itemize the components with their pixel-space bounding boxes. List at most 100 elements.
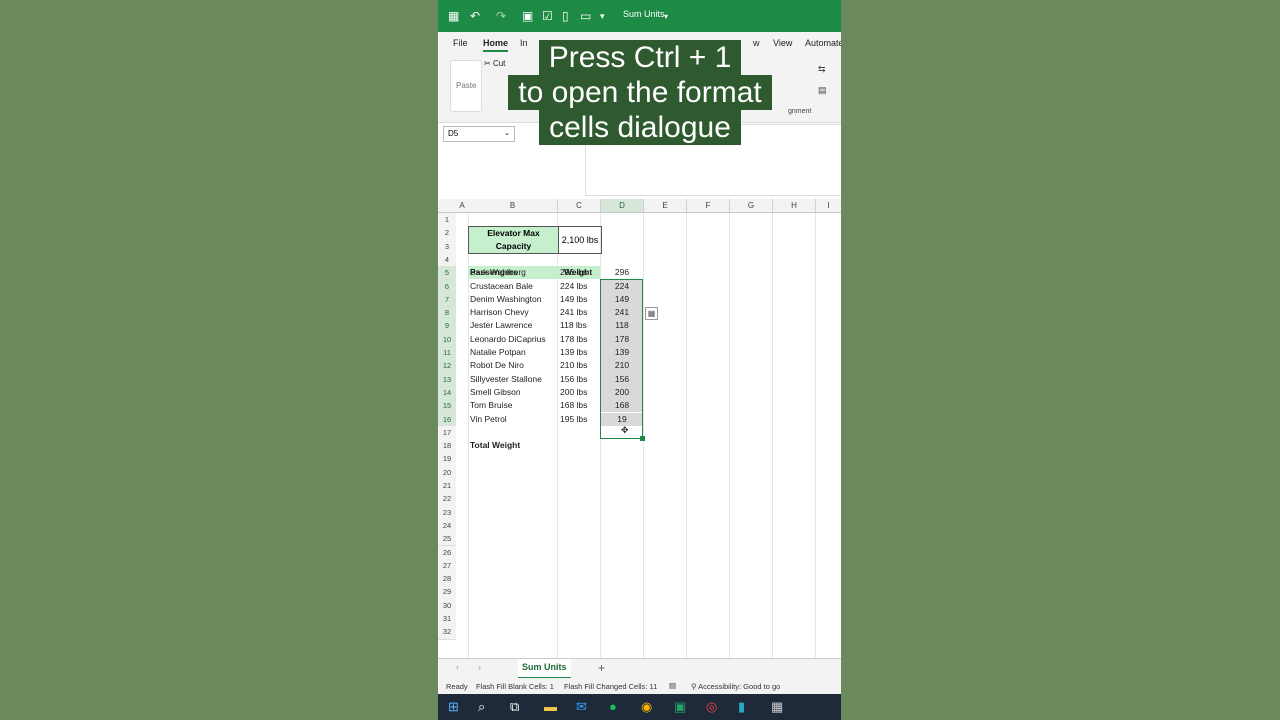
- flash-fill-value-cell[interactable]: 241: [601, 306, 643, 319]
- window-title[interactable]: Sum Units: [623, 9, 665, 19]
- column-header-g[interactable]: G: [730, 199, 773, 213]
- save-icon[interactable]: ▣: [522, 8, 533, 24]
- flash-fill-value-cell[interactable]: 19: [601, 413, 643, 426]
- form-icon[interactable]: ☑: [542, 8, 553, 24]
- row-header[interactable]: 4: [438, 252, 456, 268]
- calculator-icon[interactable]: ▦: [771, 699, 783, 715]
- row-header[interactable]: 7: [438, 292, 456, 308]
- menu-automate[interactable]: Automate: [805, 38, 841, 48]
- flash-fill-value-cell[interactable]: 139: [601, 346, 643, 359]
- total-weight-label[interactable]: Total Weight: [470, 439, 520, 452]
- row-header[interactable]: 29: [438, 585, 456, 600]
- row-header[interactable]: 3: [438, 239, 456, 254]
- flash-fill-value-cell[interactable]: 118: [601, 319, 643, 332]
- passenger-weight-cell[interactable]: 241 lbs: [560, 306, 587, 319]
- macro-recording-icon[interactable]: ▤: [669, 681, 676, 690]
- row-header[interactable]: 19: [438, 452, 456, 467]
- add-sheet-icon[interactable]: +: [598, 661, 605, 675]
- customize-icon[interactable]: ▾: [600, 8, 605, 24]
- row-header[interactable]: 26: [438, 545, 456, 560]
- app-icon[interactable]: ▮: [738, 699, 745, 715]
- passenger-name-cell[interactable]: Tom Bruise: [470, 399, 513, 412]
- passenger-weight-cell[interactable]: 118 lbs: [560, 319, 587, 332]
- column-header-b[interactable]: B: [468, 199, 558, 213]
- merge-icon[interactable]: ▤: [818, 85, 827, 96]
- passenger-name-cell[interactable]: Vin Petrol: [470, 413, 507, 426]
- mail-icon[interactable]: ✉: [576, 699, 587, 715]
- column-header-i[interactable]: I: [816, 199, 841, 213]
- row-header[interactable]: 10: [438, 332, 456, 347]
- passenger-weight-cell[interactable]: 200 lbs: [560, 386, 587, 399]
- flash-fill-value-cell[interactable]: 178: [601, 333, 643, 346]
- passenger-name-cell[interactable]: Natalie Potpan: [470, 346, 526, 359]
- row-header[interactable]: 23: [438, 505, 456, 520]
- row-header[interactable]: 14: [438, 385, 456, 401]
- passenger-name-cell[interactable]: Smell Gibson: [470, 386, 521, 399]
- row-header[interactable]: 25: [438, 532, 456, 547]
- row-header[interactable]: 16: [438, 412, 456, 427]
- passenger-name-cell[interactable]: Jester Lawrence: [470, 319, 532, 332]
- row-header[interactable]: 27: [438, 558, 456, 574]
- passenger-weight-cell[interactable]: 178 lbs: [560, 333, 587, 346]
- column-header-f[interactable]: F: [687, 199, 730, 213]
- row-header[interactable]: 8: [438, 306, 456, 321]
- scroll-left-icon[interactable]: ‹: [456, 662, 459, 672]
- spotify-icon[interactable]: ●: [609, 699, 617, 715]
- passenger-name-cell[interactable]: Harrison Chevy: [470, 306, 529, 319]
- row-header[interactable]: 15: [438, 399, 456, 414]
- chevron-down-icon[interactable]: ▾: [664, 9, 668, 25]
- row-header[interactable]: 13: [438, 372, 456, 387]
- capacity-value-cell[interactable]: 2,100 lbs: [558, 226, 602, 254]
- row-header[interactable]: 21: [438, 479, 456, 494]
- row-header[interactable]: 17: [438, 425, 456, 441]
- passenger-name-cell[interactable]: Robot De Niro: [470, 359, 524, 372]
- row-header[interactable]: 12: [438, 359, 456, 374]
- passenger-name-cell[interactable]: Crustacean Bale: [470, 280, 533, 293]
- search-icon[interactable]: ⌕: [478, 699, 485, 715]
- row-header[interactable]: 20: [438, 465, 456, 480]
- row-header[interactable]: 30: [438, 598, 456, 613]
- sheet-tab-sum-units[interactable]: Sum Units: [518, 659, 571, 679]
- redo-icon[interactable]: ↷: [496, 8, 506, 24]
- scroll-right-icon[interactable]: ›: [478, 662, 481, 672]
- undo-icon[interactable]: ↶: [470, 8, 480, 24]
- row-header[interactable]: 6: [438, 279, 456, 294]
- flash-fill-value-cell[interactable]: 224: [601, 280, 643, 293]
- menu-file[interactable]: File: [453, 38, 468, 48]
- row-header[interactable]: 24: [438, 518, 456, 534]
- select-all-corner[interactable]: [438, 199, 457, 213]
- passenger-weight-cell[interactable]: 210 lbs: [560, 359, 587, 372]
- row-header[interactable]: 22: [438, 492, 456, 507]
- flash-fill-value-cell[interactable]: 149: [601, 293, 643, 306]
- flash-fill-value-cell[interactable]: 156: [601, 373, 643, 386]
- row-header[interactable]: 28: [438, 572, 456, 587]
- passenger-weight-cell[interactable]: 156 lbs: [560, 373, 587, 386]
- row-header[interactable]: 32: [438, 625, 456, 640]
- file-explorer-icon[interactable]: ▬: [544, 699, 557, 715]
- passenger-weight-cell[interactable]: 168 lbs: [560, 399, 587, 412]
- open-folder-icon[interactable]: ▭: [580, 8, 591, 24]
- flash-fill-value-cell[interactable]: 210: [601, 359, 643, 372]
- flash-fill-value-cell[interactable]: 168: [601, 399, 643, 412]
- passenger-weight-cell[interactable]: 296 lbs: [560, 266, 587, 279]
- passenger-name-cell[interactable]: Sillyvester Stallone: [470, 373, 542, 386]
- column-header-c[interactable]: C: [558, 199, 601, 213]
- passenger-weight-cell[interactable]: 139 lbs: [560, 346, 587, 359]
- flash-fill-value-cell[interactable]: 296: [601, 266, 643, 279]
- recorder-icon[interactable]: ◎: [706, 699, 717, 715]
- passenger-name-cell[interactable]: Bark Wahlberg: [470, 266, 526, 279]
- row-header[interactable]: 1: [438, 213, 456, 228]
- row-header[interactable]: 11: [438, 346, 456, 361]
- passenger-name-cell[interactable]: Leonardo DiCaprius: [470, 333, 546, 346]
- row-header[interactable]: 18: [438, 439, 456, 454]
- capacity-label-cell[interactable]: Elevator Max Capacity: [468, 226, 559, 254]
- windows-start-icon[interactable]: ⊞: [448, 699, 459, 715]
- wrap-text-icon[interactable]: ⇆: [818, 64, 826, 75]
- column-header-e[interactable]: E: [644, 199, 687, 213]
- passenger-weight-cell[interactable]: 224 lbs: [560, 280, 587, 293]
- row-header[interactable]: 31: [438, 612, 456, 627]
- fill-handle[interactable]: [640, 436, 645, 441]
- flash-fill-value-cell[interactable]: 200: [601, 386, 643, 399]
- column-header-h[interactable]: H: [773, 199, 816, 213]
- flash-fill-options-icon[interactable]: ▦: [645, 307, 658, 320]
